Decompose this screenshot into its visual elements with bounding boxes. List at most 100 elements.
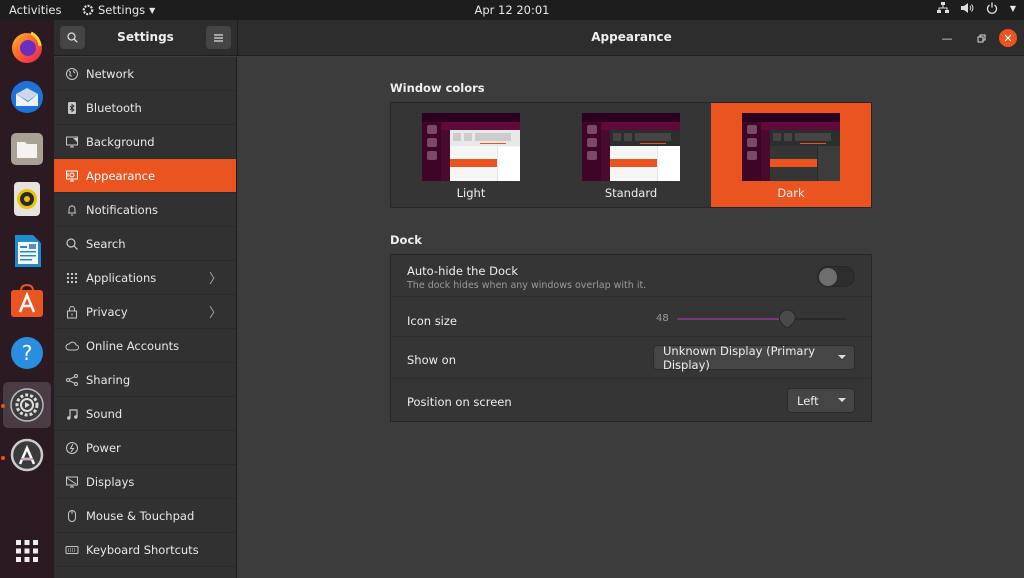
sidebar-item-privacy[interactable]: Privacy 〉 [54, 295, 236, 329]
sidebar-item-label: Search [86, 236, 126, 251]
sidebar-item-label: Mouse & Touchpad [86, 508, 195, 523]
sidebar-item-label: Network [86, 66, 135, 81]
show-on-dropdown[interactable]: Unknown Display (Primary Display) [653, 344, 855, 372]
menu-arrow-icon: ▼ [1009, 3, 1016, 13]
color-option-label: Dark [777, 186, 805, 200]
share-icon [65, 373, 79, 387]
grid-icon [65, 271, 79, 285]
music-note-icon [65, 407, 79, 421]
dock-files[interactable] [3, 126, 51, 172]
close-button[interactable]: ✕ [999, 29, 1017, 47]
bluetooth-icon [65, 101, 79, 115]
position-dropdown[interactable]: Left [787, 388, 855, 413]
dock-settings[interactable] [3, 382, 51, 428]
show-on-label: Show on [407, 353, 457, 367]
dock-writer[interactable] [3, 228, 51, 274]
sidebar-item-bluetooth[interactable]: Bluetooth [54, 91, 236, 125]
window-colors-title: Window colors [390, 81, 485, 95]
gear-icon [82, 4, 94, 16]
dock: ? [0, 20, 54, 578]
icon-size-value: 48 [656, 313, 669, 324]
show-applications-icon [16, 540, 38, 562]
network-icon [65, 67, 79, 81]
sidebar-item-label: Sound [86, 406, 123, 421]
page-title: Appearance [591, 30, 672, 44]
restore-button[interactable] [972, 29, 990, 47]
sidebar-item-applications[interactable]: Applications 〉 [54, 261, 236, 295]
dock-thunderbird[interactable] [3, 74, 51, 120]
power-icon [65, 441, 79, 455]
display-icon [65, 475, 79, 489]
sidebar-item-sound[interactable]: Sound [54, 397, 236, 431]
show-applications-button[interactable] [3, 528, 51, 574]
sidebar-item-mouse-touchpad[interactable]: Mouse & Touchpad [54, 499, 236, 533]
rhythmbox-icon [14, 182, 40, 216]
color-option-standard[interactable]: Standard [551, 103, 711, 207]
sidebar-item-network[interactable]: Network [54, 57, 236, 91]
app-menu[interactable]: Settings ▼ [82, 3, 155, 17]
running-indicator [1, 404, 5, 408]
sidebar: Network Bluetooth Background Appearance Noti… [54, 57, 237, 578]
appearance-icon [65, 169, 79, 183]
appearance-panel: Window colors Light Standard Dark Dock A… [238, 57, 1024, 578]
minimize-button[interactable]: — [938, 29, 956, 47]
sidebar-item-sharing[interactable]: Sharing [54, 363, 236, 397]
sidebar-item-label: Power [86, 440, 121, 455]
color-option-light[interactable]: Light [391, 103, 551, 207]
dock-help[interactable]: ? [3, 330, 51, 376]
cloud-icon [65, 339, 79, 353]
color-option-dark[interactable]: Dark [711, 103, 871, 207]
settings-icon [10, 388, 44, 422]
writer-icon [15, 235, 41, 267]
dock-software[interactable] [3, 278, 51, 324]
sidebar-item-online-accounts[interactable]: Online Accounts [54, 329, 236, 363]
dropdown-arrow-icon [838, 398, 846, 402]
icon-size-label: Icon size [407, 314, 457, 328]
restore-icon [977, 34, 985, 42]
firefox-icon [12, 31, 42, 63]
network-icon [936, 2, 949, 13]
autohide-description: The dock hides when any windows overlap … [407, 280, 647, 291]
slider-thumb[interactable] [778, 309, 796, 329]
hamburger-icon [214, 33, 223, 42]
standard-theme-preview [582, 113, 680, 181]
position-value: Left [797, 393, 819, 408]
volume-icon [960, 3, 974, 13]
sidebar-item-label: Privacy [86, 304, 128, 319]
files-icon [11, 133, 43, 165]
mouse-icon [65, 509, 79, 523]
running-indicator [1, 456, 5, 460]
icon-size-slider[interactable] [677, 309, 847, 329]
dock-section-title: Dock [390, 233, 422, 247]
main-menu-button[interactable] [206, 26, 231, 49]
svg-text:?: ? [22, 341, 33, 365]
sidebar-item-search[interactable]: Search [54, 227, 236, 261]
toggle-knob [819, 268, 837, 286]
close-icon: ✕ [1003, 31, 1013, 45]
system-tray[interactable]: ▼ [936, 2, 1016, 14]
dock-updater[interactable] [3, 432, 51, 478]
clock[interactable]: Apr 12 20:01 [475, 3, 550, 17]
position-row: Position on screen Left [391, 379, 871, 421]
dock-firefox[interactable] [3, 24, 51, 70]
sidebar-item-notifications[interactable]: Notifications [54, 193, 236, 227]
sidebar-item-label: Applications [86, 270, 157, 285]
activities-button[interactable]: Activities [9, 3, 61, 17]
sidebar-item-label: Sharing [86, 372, 131, 387]
dropdown-arrow-icon [838, 355, 846, 359]
icon-size-row: Icon size 48 [391, 297, 871, 337]
sidebar-item-keyboard-shortcuts[interactable]: Keyboard Shortcuts [54, 533, 236, 567]
software-icon [11, 283, 43, 317]
sidebar-item-displays[interactable]: Displays [54, 465, 236, 499]
slider-fill [677, 318, 788, 320]
sidebar-item-label: Keyboard Shortcuts [86, 542, 199, 557]
autohide-toggle[interactable] [817, 266, 855, 287]
background-icon [65, 135, 79, 149]
sidebar-item-appearance[interactable]: Appearance [54, 159, 236, 193]
dock-settings-list: Auto-hide the Dock The dock hides when a… [390, 254, 872, 422]
sidebar-item-label: Background [86, 134, 155, 149]
sidebar-item-background[interactable]: Background [54, 125, 236, 159]
dock-rhythmbox[interactable] [3, 176, 51, 222]
sidebar-item-power[interactable]: Power [54, 431, 236, 465]
thunderbird-icon [11, 81, 43, 113]
